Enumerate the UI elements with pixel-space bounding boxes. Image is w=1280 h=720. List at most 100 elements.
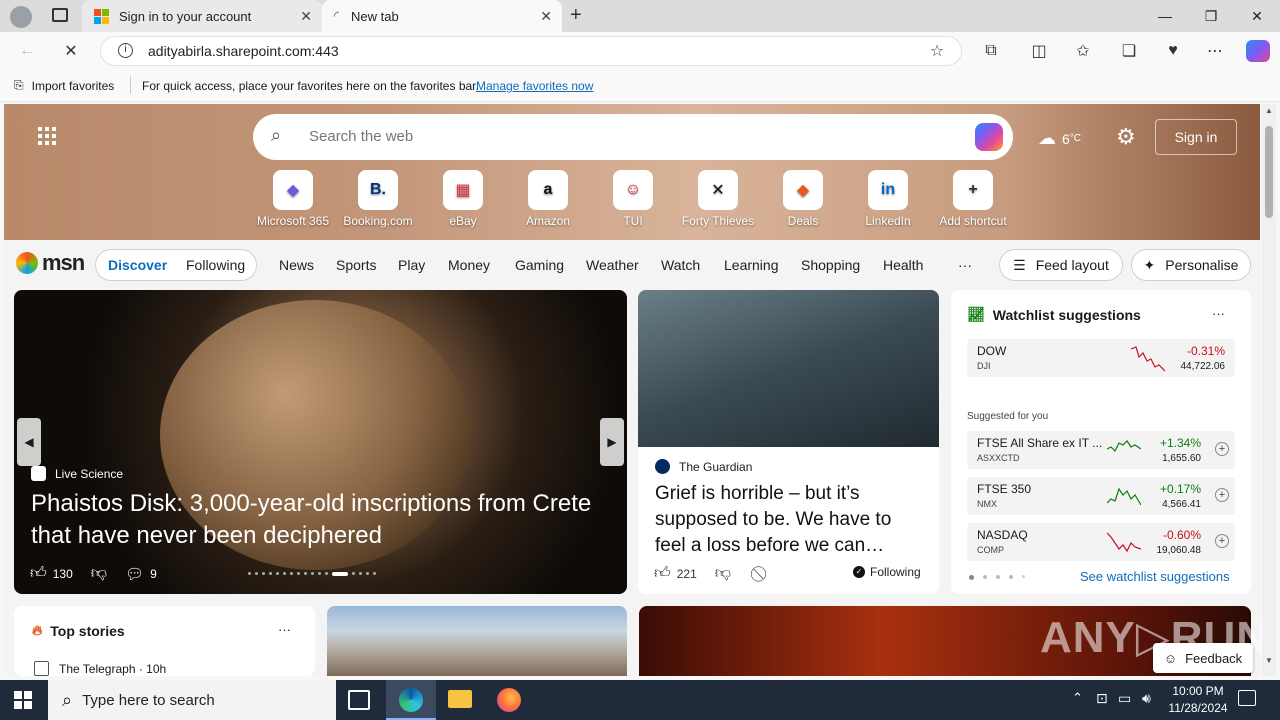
shortcut-add-shortcut[interactable]: + Add shortcut — [933, 170, 1013, 228]
nav-shopping[interactable]: Shopping — [801, 257, 860, 273]
nav-gaming[interactable]: Gaming — [515, 257, 564, 273]
msn-logo[interactable]: msn — [16, 250, 85, 276]
feedback-button[interactable]: ☺ Feedback — [1153, 643, 1253, 673]
import-favorites-button[interactable]: ⎘ Import favorites — [14, 78, 114, 93]
tab-new-tab[interactable]: ◜ New tab ✕ — [322, 0, 562, 32]
edge-taskbar-icon[interactable] — [386, 680, 436, 720]
sign-in-button[interactable]: Sign in — [1155, 119, 1237, 155]
tab-following[interactable]: Following — [186, 257, 245, 273]
stock-row-nmx[interactable]: FTSE 350 NMX +0.17% 4,566.41 + — [967, 477, 1235, 515]
comment-icon[interactable]: 💬︎ — [125, 565, 144, 583]
add-to-watchlist-icon[interactable]: + — [1215, 534, 1229, 548]
see-watchlist-link[interactable]: See watchlist suggestions — [1080, 569, 1230, 584]
close-tab-icon[interactable]: ✕ — [300, 8, 312, 25]
performance-icon[interactable]: ♥ — [1162, 40, 1184, 62]
weather-widget[interactable]: ☁ 6 °C — [1038, 128, 1081, 149]
top-stories-more-icon[interactable]: ··· — [278, 622, 291, 637]
shortcut-tui[interactable]: ☺ TUI — [593, 170, 673, 228]
nav-money[interactable]: Money — [448, 257, 490, 273]
carousel-prev-button[interactable]: ◀ — [17, 418, 41, 466]
new-tab-button[interactable]: + — [570, 4, 582, 27]
stock-row-asxxctd[interactable]: FTSE All Share ex IT ... ASXXCTD +1.34% 1,6… — [967, 431, 1235, 469]
dislike-icon[interactable]: 👎︎ — [91, 564, 107, 583]
add-to-watchlist-icon[interactable]: + — [1215, 488, 1229, 502]
maximize-button[interactable]: ❐ — [1188, 0, 1234, 32]
split-screen-icon[interactable]: ◫ — [1028, 40, 1050, 62]
shortcut-deals[interactable]: ◆ Deals — [763, 170, 843, 228]
web-search-box[interactable]: ⌕ Search the web — [253, 114, 1013, 160]
network-tray-icon[interactable]: ⊡ — [1096, 690, 1108, 707]
nav-sports[interactable]: Sports — [336, 257, 376, 273]
like-icon[interactable]: 👍︎ — [654, 564, 671, 583]
extensions-icon[interactable]: ⧉ — [980, 40, 1002, 62]
favorites-icon[interactable]: ✩ — [1072, 40, 1094, 62]
carousel-dots[interactable] — [248, 572, 376, 576]
dislike-icon[interactable]: 👎︎ — [715, 564, 731, 583]
page-scrollbar[interactable]: ▲ ▼ — [1262, 104, 1276, 676]
shortcut-booking-com[interactable]: B. Booking.com — [338, 170, 418, 228]
favorite-star-icon[interactable]: ☆ — [926, 40, 948, 62]
scroll-down-arrow[interactable]: ▼ — [1265, 656, 1273, 665]
nav-health[interactable]: Health — [883, 257, 923, 273]
copilot-search-icon[interactable] — [975, 123, 1003, 151]
stock-row-comp[interactable]: NASDAQ COMP -0.60% 19,060.48 + — [967, 523, 1235, 561]
taskbar-search[interactable]: ⌕ Type here to search — [48, 680, 336, 720]
close-tab-icon[interactable]: ✕ — [540, 8, 552, 25]
nav-weather[interactable]: Weather — [586, 257, 639, 273]
watchlist-pager-dots[interactable] — [969, 575, 1025, 580]
building-news-image[interactable] — [327, 606, 627, 676]
comments-off-icon[interactable]: 🚫︎ — [749, 565, 768, 583]
shortcut-linkedin[interactable]: in LinkedIn — [848, 170, 928, 228]
guardian-source[interactable]: The Guardian — [655, 459, 752, 474]
copilot-icon[interactable] — [1246, 40, 1270, 62]
tab-sign-in[interactable]: Sign in to your account ✕ — [82, 0, 322, 32]
tab-discover[interactable]: Discover — [108, 257, 167, 273]
close-window-button[interactable]: ✕ — [1234, 0, 1280, 32]
scroll-up-arrow[interactable]: ▲ — [1265, 106, 1273, 115]
hero-source[interactable]: Live Science — [31, 466, 123, 481]
settings-gear-icon[interactable]: ⚙ — [1116, 124, 1136, 150]
hero-headline[interactable]: Phaistos Disk: 3,000-year-old inscriptio… — [31, 488, 621, 552]
profile-icon[interactable] — [10, 6, 32, 28]
telegraph-source[interactable]: The Telegraph · 10h — [34, 661, 166, 676]
ethernet-tray-icon[interactable]: ▭ — [1118, 690, 1131, 707]
nav-news[interactable]: News — [279, 257, 314, 273]
feed-layout-button[interactable]: ☰ Feed layout — [999, 249, 1123, 281]
shortcut-amazon[interactable]: a Amazon — [508, 170, 588, 228]
start-button[interactable] — [14, 691, 32, 709]
site-info-icon[interactable]: i — [118, 43, 133, 58]
search-placeholder[interactable]: Search the web — [309, 128, 413, 145]
more-menu-icon[interactable]: ⋯ — [1204, 40, 1226, 62]
notifications-icon[interactable] — [1238, 690, 1256, 706]
guardian-headline[interactable]: Grief is horrible – but it’s supposed to… — [655, 481, 925, 559]
manage-favorites-link[interactable]: Manage favorites now — [476, 79, 593, 93]
back-icon[interactable]: ← — [16, 40, 38, 62]
shortcut-microsoft-365[interactable]: ◆ Microsoft 365 — [253, 170, 333, 228]
add-to-watchlist-icon[interactable]: + — [1215, 442, 1229, 456]
task-view-icon[interactable] — [348, 690, 370, 710]
watchlist-more-icon[interactable]: ··· — [1212, 306, 1225, 321]
stop-loading-icon[interactable]: ✕ — [60, 40, 82, 62]
stock-row-dow[interactable]: DOW DJI -0.31% 44,722.06 — [967, 339, 1235, 377]
shortcut-ebay[interactable]: ▦ eBay — [423, 170, 503, 228]
shortcut-forty-thieves[interactable]: ✕ Forty Thieves — [678, 170, 758, 228]
nav-play[interactable]: Play — [398, 257, 425, 273]
file-explorer-icon[interactable] — [448, 690, 472, 708]
show-hidden-icons[interactable]: ⌃ — [1072, 690, 1083, 706]
collections-icon[interactable]: ❏ — [1118, 40, 1140, 62]
tab-actions-icon[interactable] — [52, 8, 68, 22]
following-badge[interactable]: ✓ Following — [853, 565, 921, 579]
personalise-button[interactable]: ✦ Personalise — [1131, 249, 1251, 281]
clock[interactable]: 10:00 PM 11/28/2024 — [1164, 683, 1232, 717]
carousel-next-button[interactable]: ▶ — [600, 418, 624, 466]
apps-launcher-icon[interactable] — [38, 127, 56, 145]
nav-watch[interactable]: Watch — [661, 257, 700, 273]
address-text[interactable]: adityabirla.sharepoint.com:443 — [148, 43, 339, 59]
volume-tray-icon[interactable]: 🔊︎ — [1142, 690, 1151, 707]
more-nav-icon[interactable]: ··· — [958, 257, 972, 273]
like-icon[interactable]: 👍︎ — [30, 564, 47, 583]
scroll-thumb[interactable] — [1265, 126, 1273, 218]
firefox-icon[interactable] — [497, 688, 521, 712]
nav-learning[interactable]: Learning — [724, 257, 779, 273]
minimize-button[interactable]: — — [1142, 0, 1188, 32]
